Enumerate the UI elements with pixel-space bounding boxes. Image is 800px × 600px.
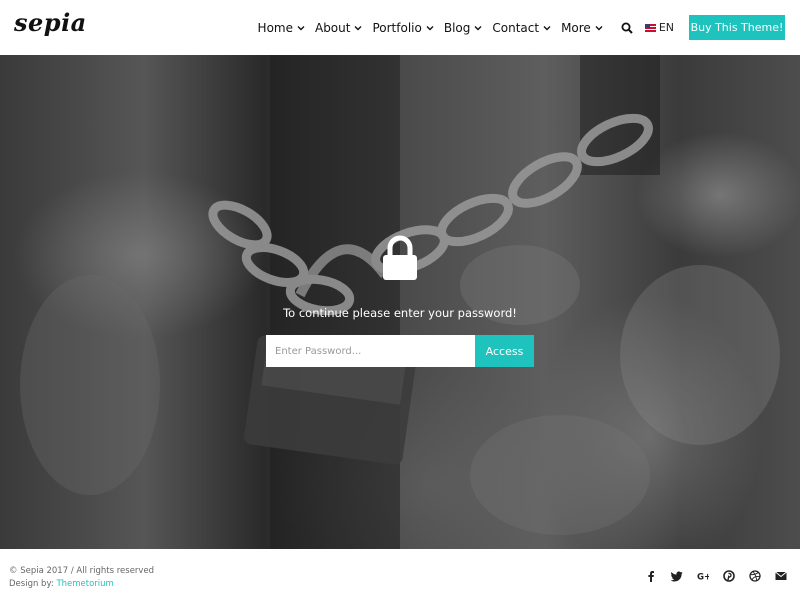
language-switcher[interactable]: EN — [644, 21, 674, 34]
flag-icon — [644, 23, 656, 32]
nav-item-portfolio[interactable]: Portfolio — [372, 20, 434, 35]
password-form: Access — [266, 335, 534, 367]
site-header: sepia Home About Portfolio Blog Contact … — [0, 0, 800, 55]
design-by-label: Design by: — [9, 579, 54, 589]
chevron-down-icon — [354, 25, 362, 30]
svg-text:G+: G+ — [697, 572, 709, 582]
pinterest-icon[interactable] — [723, 570, 735, 582]
search-icon[interactable] — [621, 22, 633, 34]
nav-item-contact[interactable]: Contact — [492, 21, 551, 35]
nav-item-blog[interactable]: Blog — [444, 21, 483, 35]
access-button[interactable]: Access — [475, 335, 534, 367]
twitter-icon[interactable] — [671, 570, 683, 582]
email-icon[interactable] — [775, 570, 787, 582]
site-footer: © Sepia 2017 / All rights reserved Desig… — [0, 549, 800, 600]
nav-item-label: About — [314, 20, 351, 35]
language-label: EN — [658, 21, 674, 34]
footer-credits: © Sepia 2017 / All rights reserved Desig… — [9, 565, 154, 591]
nav-item-more[interactable]: More — [561, 21, 603, 35]
nav-item-home[interactable]: Home — [258, 21, 305, 35]
password-prompt: To continue please enter your password! — [283, 306, 517, 320]
background-photo — [20, 55, 780, 549]
nav-item-label: Blog — [443, 20, 471, 35]
facebook-icon[interactable] — [645, 570, 657, 582]
chevron-down-icon — [297, 25, 305, 30]
designer-link[interactable]: Themetorium — [56, 579, 113, 589]
password-hero: To continue please enter your password! … — [0, 55, 800, 549]
design-credit: Design by: Themetorium — [9, 578, 154, 591]
copyright-text: © Sepia 2017 / All rights reserved — [9, 566, 155, 576]
password-input[interactable] — [266, 335, 475, 367]
social-links: G+ — [631, 570, 787, 582]
nav-item-label: Portfolio — [372, 20, 422, 35]
site-logo[interactable]: sepia — [14, 8, 87, 37]
nav-item-about[interactable]: About — [315, 21, 362, 35]
chevron-down-icon — [426, 25, 434, 30]
main-nav: Home About Portfolio Blog Contact More E… — [258, 0, 800, 55]
padlock-icon — [383, 235, 417, 280]
chevron-down-icon — [595, 25, 603, 30]
dribbble-icon[interactable] — [749, 570, 761, 582]
nav-item-label: Contact — [492, 20, 540, 35]
google-plus-icon[interactable]: G+ — [697, 570, 709, 582]
buy-theme-button[interactable]: Buy This Theme! — [689, 15, 785, 40]
nav-item-label: Home — [257, 20, 293, 35]
chevron-down-icon — [474, 25, 482, 30]
chevron-down-icon — [543, 25, 551, 30]
nav-item-label: More — [561, 20, 591, 35]
